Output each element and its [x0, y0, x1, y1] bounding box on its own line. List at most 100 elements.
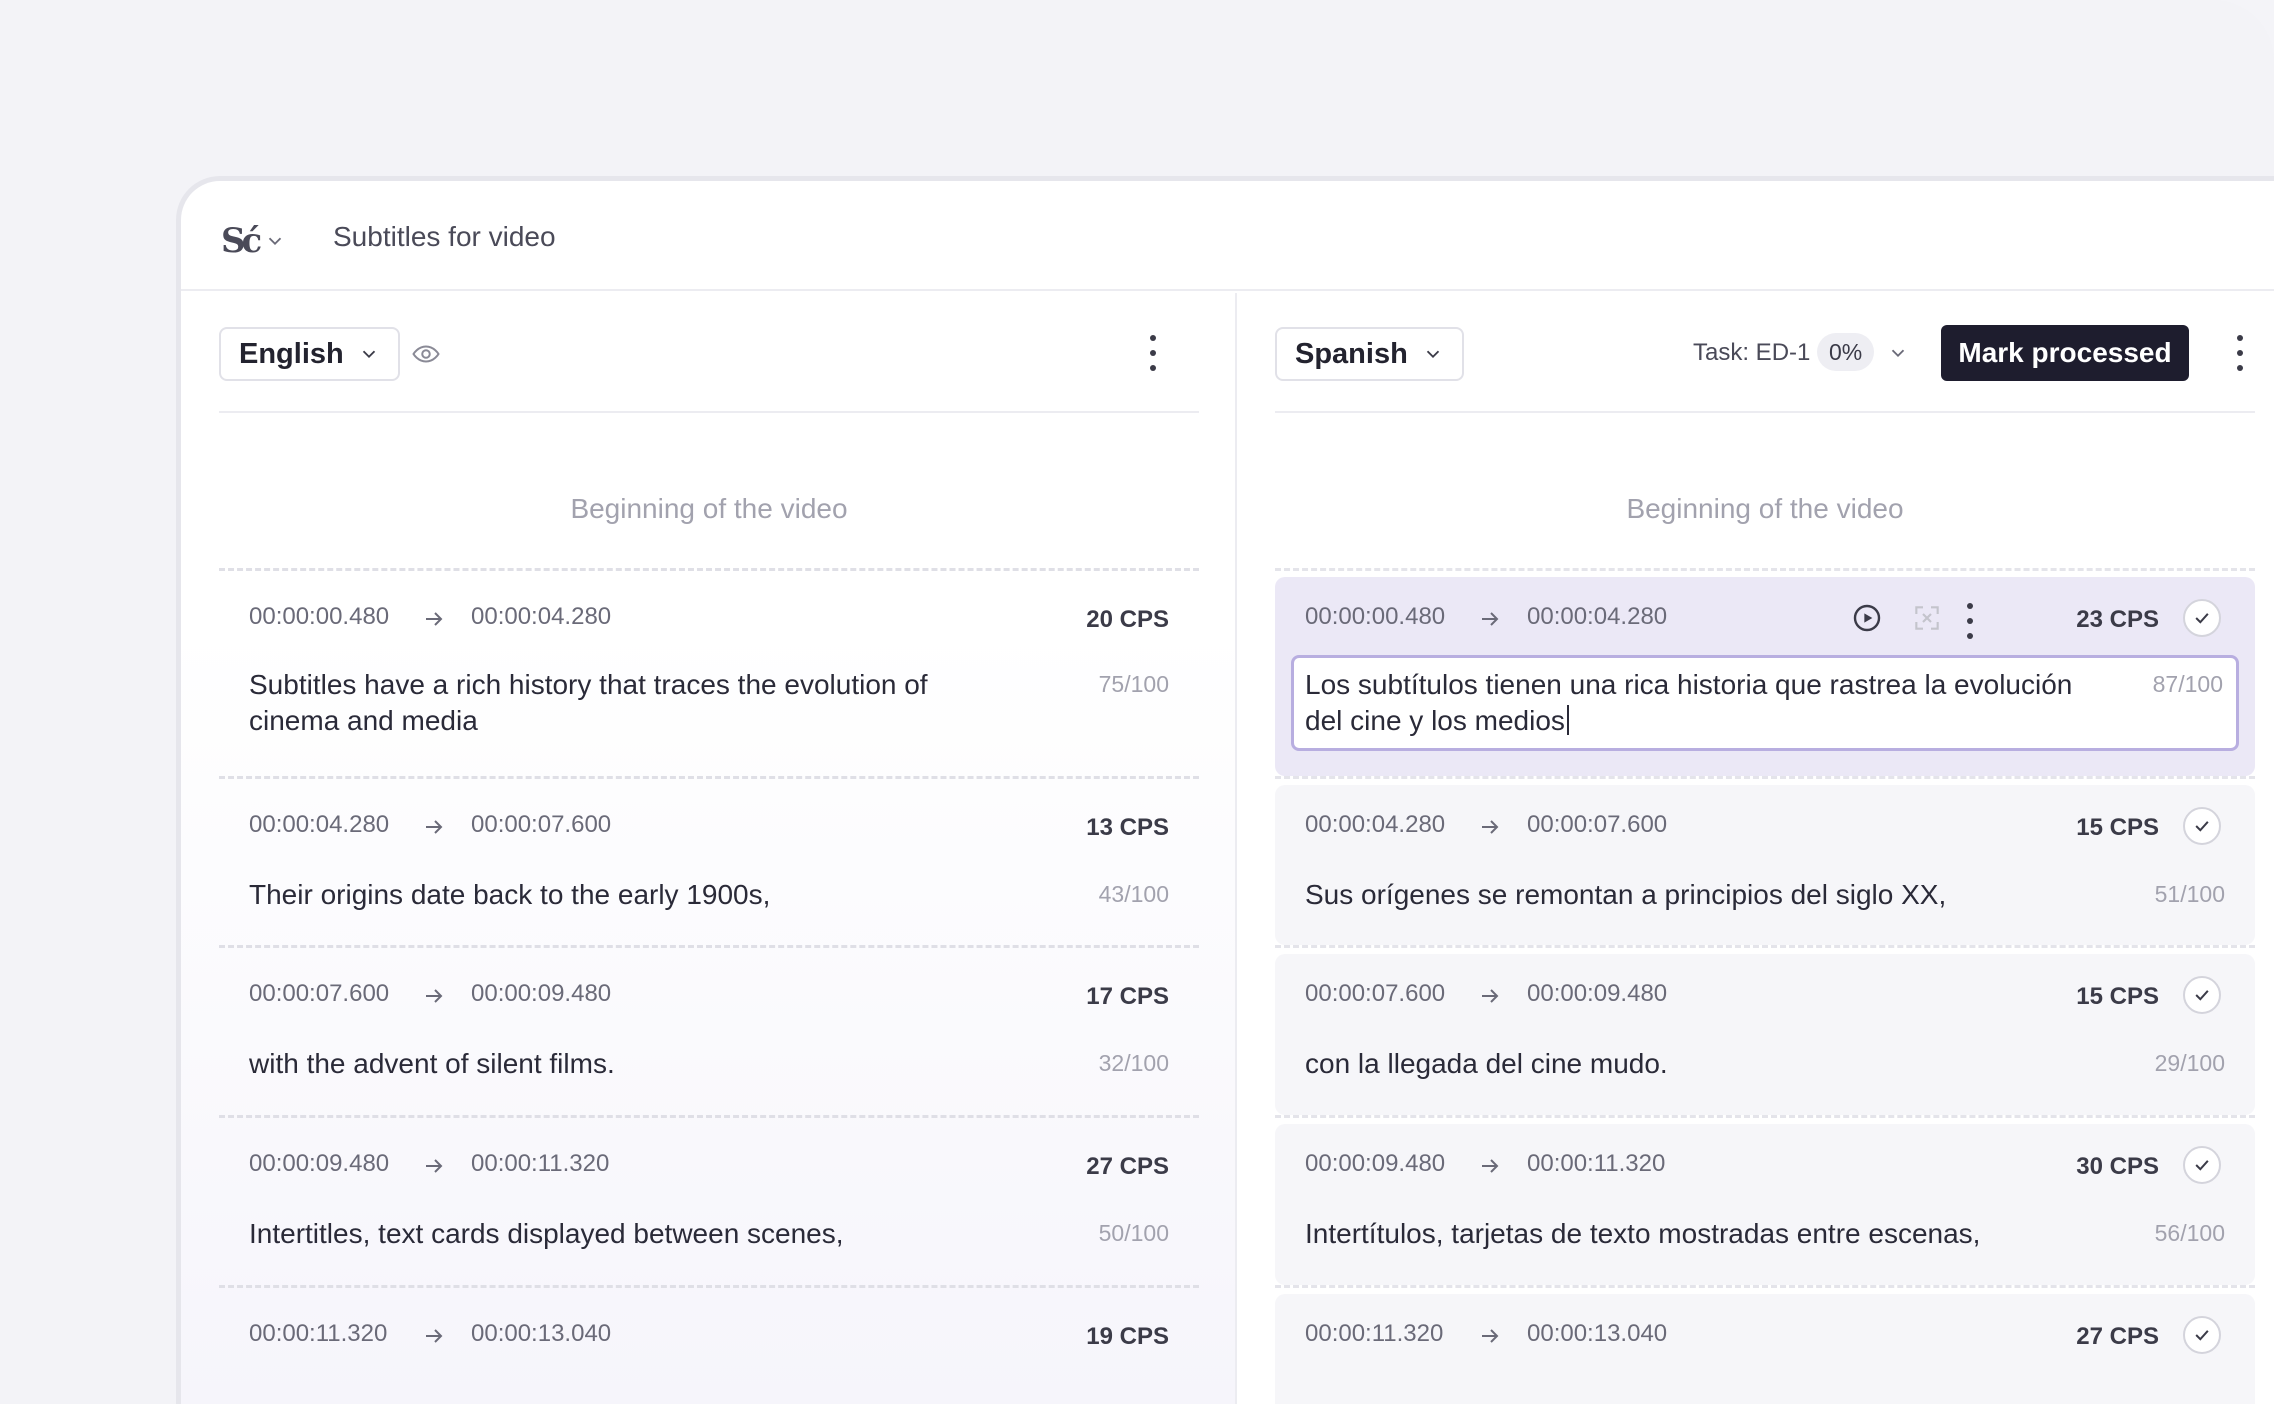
char-count: 56/100: [2154, 1220, 2225, 1246]
cps-value: 13 CPS: [1086, 814, 1169, 841]
start-time: 00:00:09.480: [249, 1150, 390, 1177]
subtitle-row[interactable]: 00:00:04.280 00:00:07.600 13 CPS Their orig…: [219, 776, 1199, 945]
subtitle-text[interactable]: Subtitles have a rich history that trace…: [249, 667, 1019, 739]
arrow-right-icon: [426, 1159, 443, 1173]
subtitle-card: [1275, 785, 2255, 945]
subtitle-text[interactable]: Intertítulos, tarjetas de texto mostrada…: [1305, 1216, 2075, 1252]
source-language-select[interactable]: English: [219, 327, 400, 381]
end-time: 00:00:13.040: [471, 1320, 612, 1347]
arrow-right-icon: [1482, 1329, 1499, 1343]
end-time: 00:00:07.600: [471, 811, 612, 838]
end-time: 00:00:07.600: [1527, 811, 1668, 838]
end-time: 00:00:04.280: [1527, 603, 1668, 630]
arrow-right-icon: [1482, 612, 1499, 626]
subtitle-row[interactable]: 00:00:00.480 00:00:04.280 20 CPS Subtitles …: [219, 568, 1199, 776]
subtitle-row[interactable]: 00:00:07.600 00:00:09.480 17 CPS with the a…: [219, 945, 1199, 1115]
cps-value: 15 CPS: [2076, 814, 2159, 841]
subtitle-row[interactable]: 00:00:09.480 00:00:11.320 30 CPS Intertítul…: [1275, 1115, 2255, 1285]
more-options-icon[interactable]: [1148, 335, 1158, 371]
subtitle-row[interactable]: 00:00:07.600 00:00:09.480 15 CPS con la lle…: [1275, 945, 2255, 1115]
subtitle-row[interactable]: 00:00:11.320 00:00:13.040 27 CPS: [1275, 1285, 2255, 1404]
subtitle-text[interactable]: Los subtítulos tienen una rica historia …: [1305, 667, 2075, 739]
target-toolbar: Spanish Task: ED-1 0% Mark processed: [1275, 293, 2255, 413]
start-time: 00:00:04.280: [249, 811, 390, 838]
row-more-options-icon[interactable]: [1965, 603, 1975, 639]
start-time: 00:00:07.600: [1305, 980, 1446, 1007]
start-time: 00:00:09.480: [1305, 1150, 1446, 1177]
beginning-marker: Beginning of the video: [570, 493, 848, 524]
cps-value: 17 CPS: [1086, 983, 1169, 1010]
cps-value: 27 CPS: [1086, 1153, 1169, 1180]
arrow-right-icon: [426, 989, 443, 1003]
subtitle-card: [1275, 954, 2255, 1115]
char-count: 50/100: [1098, 1220, 1169, 1246]
subtitle-text-value: Los subtítulos tienen una rica historia …: [1305, 669, 2073, 736]
start-time: 00:00:11.320: [249, 1320, 388, 1347]
arrow-right-icon: [1482, 1159, 1499, 1173]
split-icon[interactable]: [1911, 602, 1943, 634]
logo-mark: Sć: [221, 221, 262, 261]
source-pane: English Beginning of the video 00:00:00.…: [181, 293, 1235, 1404]
text-caret: [1566, 705, 1569, 735]
checkmark-icon: [2195, 613, 2209, 624]
start-time: 00:00:11.320: [1305, 1320, 1444, 1347]
subtitle-text[interactable]: Intertitles, text cards displayed betwee…: [249, 1216, 1019, 1252]
end-time: 00:00:11.320: [1527, 1150, 1666, 1177]
app-menu[interactable]: Sć: [221, 221, 286, 261]
task-chevron-down-icon[interactable]: [1887, 342, 1909, 364]
arrow-right-icon: [1482, 989, 1499, 1003]
cps-value: 19 CPS: [1086, 1323, 1169, 1350]
approve-check-icon[interactable]: [2183, 807, 2221, 845]
arrow-right-icon: [426, 612, 443, 626]
cps-value: 20 CPS: [1086, 606, 1169, 633]
start-time: 00:00:00.480: [249, 603, 390, 630]
play-icon[interactable]: [1851, 602, 1883, 634]
approve-check-icon[interactable]: [2183, 599, 2221, 637]
source-toolbar: English: [219, 293, 1199, 413]
editor-window: Sć Subtitles for video English Beginning…: [176, 176, 2274, 1404]
chevron-down-icon: [1426, 350, 1439, 359]
char-count: 87/100: [2152, 671, 2223, 697]
end-time: 00:00:04.280: [471, 603, 612, 630]
subtitle-text[interactable]: Sus orígenes se remontan a principios de…: [1305, 877, 2075, 913]
mark-processed-button[interactable]: Mark processed: [1941, 325, 2189, 381]
approve-check-icon[interactable]: [2183, 1316, 2221, 1354]
approve-check-icon[interactable]: [2183, 1146, 2221, 1184]
subtitle-row[interactable]: 00:00:09.480 00:00:11.320 27 CPS Intertitl…: [219, 1115, 1199, 1285]
task-label: Task: ED-1: [1693, 339, 1811, 366]
target-language-select[interactable]: Spanish: [1275, 327, 1464, 381]
title-bar: Sć Subtitles for video: [181, 181, 2274, 291]
subtitle-row[interactable]: 00:00:11.320 00:00:13.040 19 CPS: [219, 1285, 1199, 1404]
start-time: 00:00:04.280: [1305, 811, 1446, 838]
target-pane: Spanish Task: ED-1 0% Mark processed Beg…: [1237, 293, 2274, 1404]
end-time: 00:00:09.480: [471, 980, 612, 1007]
subtitle-text[interactable]: with the advent of silent films.: [249, 1046, 1019, 1082]
beginning-marker: Beginning of the video: [1626, 493, 1904, 524]
task-progress-badge: 0%: [1817, 333, 1875, 371]
target-language-label: Spanish: [1295, 337, 1408, 370]
char-count: 29/100: [2154, 1050, 2225, 1076]
subtitle-row[interactable]: 00:00:00.480 00:00:04.280 23 CPS Los subtít…: [1275, 568, 2255, 776]
arrow-right-icon: [426, 1329, 443, 1343]
end-time: 00:00:09.480: [1527, 980, 1668, 1007]
cps-value: 15 CPS: [2076, 983, 2159, 1010]
more-options-icon[interactable]: [2235, 335, 2245, 371]
subtitle-text[interactable]: con la llegada del cine mudo.: [1305, 1046, 2075, 1082]
checkmark-icon: [2195, 1160, 2209, 1171]
arrow-right-icon: [1482, 820, 1499, 834]
eye-icon[interactable]: [411, 339, 441, 369]
subtitle-text[interactable]: Their origins date back to the early 190…: [249, 877, 1019, 913]
start-time: 00:00:07.600: [249, 980, 390, 1007]
char-count: 43/100: [1098, 881, 1169, 907]
cps-value: 30 CPS: [2076, 1153, 2159, 1180]
cps-value: 23 CPS: [2076, 606, 2159, 633]
approve-check-icon[interactable]: [2183, 976, 2221, 1014]
subtitle-row[interactable]: 00:00:04.280 00:00:07.600 15 CPS Sus orígen…: [1275, 776, 2255, 945]
checkmark-icon: [2195, 990, 2209, 1001]
chevron-down-icon: [362, 350, 375, 359]
char-count: 32/100: [1098, 1050, 1169, 1076]
chevron-down-icon: [269, 237, 282, 246]
arrow-right-icon: [426, 820, 443, 834]
checkmark-icon: [2195, 1330, 2209, 1341]
char-count: 51/100: [2154, 881, 2225, 907]
